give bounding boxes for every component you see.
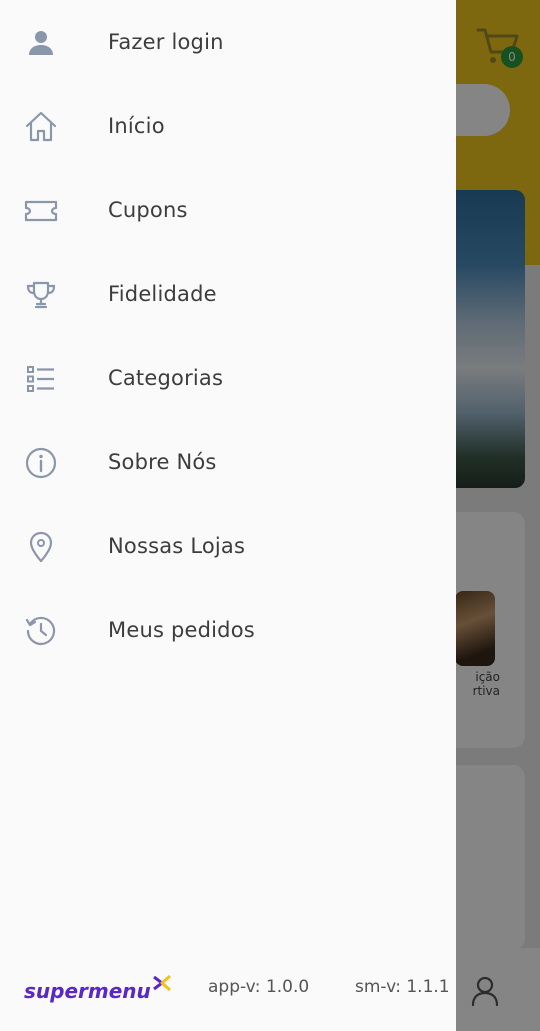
location-pin-icon	[24, 530, 58, 564]
ticket-icon	[24, 194, 58, 228]
sm-version: sm-v: 1.1.1	[355, 977, 450, 997]
menu-item-login[interactable]: Fazer login	[0, 0, 456, 84]
menu-item-label: Cupons	[108, 198, 188, 222]
logo-mark-icon	[152, 973, 171, 997]
menu-item-label: Sobre Nós	[108, 450, 217, 474]
menu-item-label: Meus pedidos	[108, 618, 255, 642]
home-icon	[24, 110, 58, 144]
supermenu-logo: supermenu	[24, 951, 171, 1031]
history-icon	[24, 614, 58, 648]
menu-item-label: Fazer login	[108, 30, 224, 54]
drawer-menu: Fazer login Início Cupons Fidelidade Cat…	[0, 0, 456, 672]
menu-item-about-us[interactable]: Sobre Nós	[0, 420, 456, 504]
menu-item-label: Fidelidade	[108, 282, 217, 306]
menu-item-loyalty[interactable]: Fidelidade	[0, 252, 456, 336]
menu-item-categories[interactable]: Categorias	[0, 336, 456, 420]
app-version: app-v: 1.0.0	[208, 977, 310, 997]
trophy-icon	[24, 278, 58, 312]
menu-item-label: Início	[108, 114, 165, 138]
menu-item-label: Nossas Lojas	[108, 534, 246, 558]
list-icon	[24, 362, 58, 396]
menu-item-stores[interactable]: Nossas Lojas	[0, 504, 456, 588]
menu-item-my-orders[interactable]: Meus pedidos	[0, 588, 456, 672]
logo-text: supermenu	[24, 979, 151, 1003]
menu-item-coupons[interactable]: Cupons	[0, 168, 456, 252]
info-icon	[24, 446, 58, 480]
navigation-drawer: Fazer login Início Cupons Fidelidade Cat…	[0, 0, 456, 1031]
drawer-footer: supermenu app-v: 1.0.0 sm-v: 1.1.1	[0, 951, 456, 1031]
menu-item-home[interactable]: Início	[0, 84, 456, 168]
menu-item-label: Categorias	[108, 366, 224, 390]
person-icon	[24, 26, 58, 60]
